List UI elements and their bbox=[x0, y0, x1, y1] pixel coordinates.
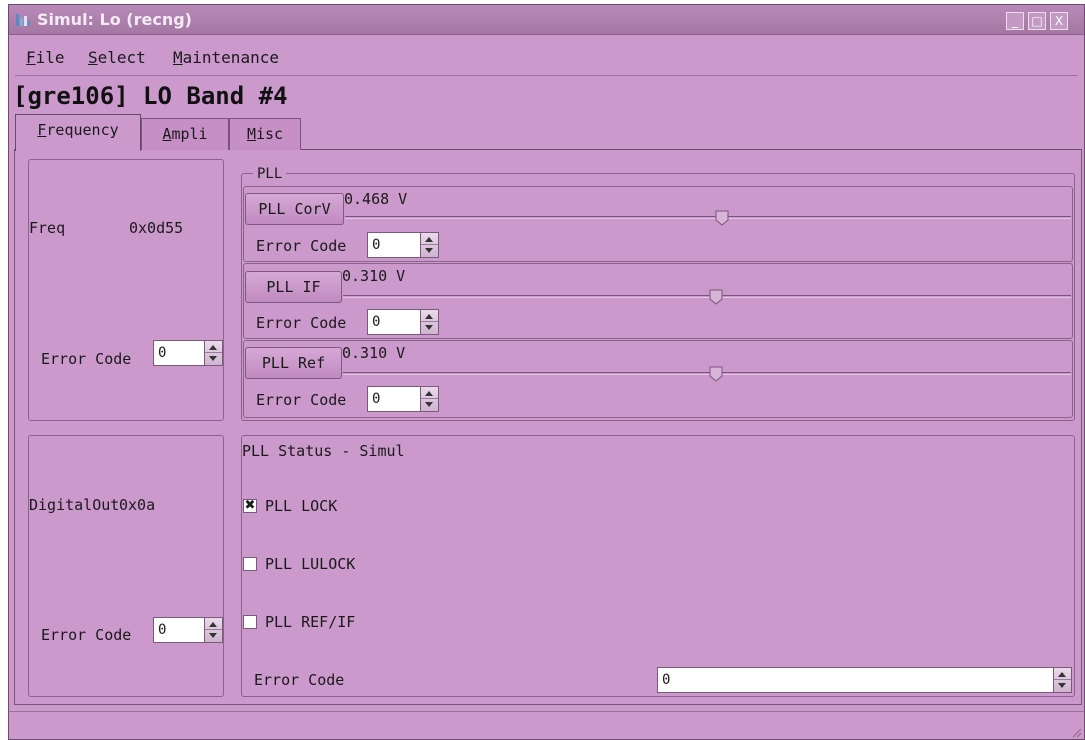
menu-bar: File Select Maintenance bbox=[9, 46, 1084, 70]
tab-ampli[interactable]: Ampli bbox=[141, 118, 229, 150]
pll-ref-if-label: PLL REF/IF bbox=[265, 613, 356, 631]
menu-maintenance-mnemonic: M bbox=[173, 48, 183, 67]
menu-select-label: elect bbox=[97, 48, 146, 67]
pll-status-title: PLL Status - Simul bbox=[242, 442, 405, 460]
arrow-down-icon[interactable] bbox=[425, 402, 433, 407]
close-icon[interactable]: X bbox=[1050, 12, 1068, 30]
menu-maintenance-label: aintenance bbox=[182, 48, 279, 67]
pll-corv-error-spinbox[interactable]: 0 bbox=[367, 232, 439, 258]
arrow-down-icon[interactable] bbox=[425, 325, 433, 330]
slider-handle-icon[interactable] bbox=[715, 210, 729, 226]
freq-error-spinbox[interactable]: 0 bbox=[153, 340, 223, 366]
pll-status-error-spinbox[interactable]: 0 bbox=[657, 667, 1072, 693]
tab-frequency[interactable]: Frequency bbox=[15, 114, 141, 151]
pll-ref-reading: 0.310 V bbox=[342, 344, 406, 362]
tab-ampli-label: mpli bbox=[171, 125, 208, 143]
pll-corv-reading: 0.468 V bbox=[344, 190, 408, 208]
menu-maintenance[interactable]: Maintenance bbox=[173, 48, 279, 67]
pll-if-button[interactable]: PLL IF bbox=[245, 271, 342, 303]
app-icon bbox=[16, 14, 30, 26]
freq-label: Freq bbox=[29, 219, 66, 237]
pll-status-panel bbox=[241, 435, 1075, 697]
freq-error-value: 0 bbox=[158, 345, 167, 361]
pll-ref-slider[interactable] bbox=[343, 372, 1071, 375]
main-window: Simul: Lo (recng) _ □ X File Select Main… bbox=[8, 4, 1085, 740]
title-bar[interactable]: Simul: Lo (recng) _ □ X bbox=[9, 5, 1084, 35]
slider-handle-icon[interactable] bbox=[709, 366, 723, 382]
pll-ref-button[interactable]: PLL Ref bbox=[245, 347, 342, 379]
freq-value: 0x0d55 bbox=[129, 219, 184, 237]
pll-if-error-spinbox[interactable]: 0 bbox=[367, 309, 439, 335]
menu-select[interactable]: Select bbox=[88, 48, 146, 67]
spin-arrows[interactable] bbox=[420, 233, 438, 257]
pll-status-error-value: 0 bbox=[662, 672, 671, 688]
spin-divider bbox=[421, 398, 438, 399]
digital-out-error-value: 0 bbox=[158, 622, 167, 638]
menu-file[interactable]: File bbox=[26, 48, 65, 67]
maximize-icon[interactable]: □ bbox=[1028, 12, 1046, 30]
menu-select-mnemonic: S bbox=[88, 48, 98, 67]
status-bar bbox=[9, 711, 1084, 740]
pll-ref-if-checkbox[interactable] bbox=[243, 615, 257, 629]
digital-out-panel bbox=[28, 435, 224, 697]
pll-group-title: PLL bbox=[253, 166, 287, 182]
freq-error-label: Error Code bbox=[41, 350, 132, 368]
spin-divider bbox=[421, 244, 438, 245]
digital-out-value: 0x0a bbox=[119, 496, 156, 514]
slider-handle-icon[interactable] bbox=[709, 289, 723, 305]
pll-corv-slider[interactable] bbox=[345, 216, 1071, 219]
pll-ref-error-spinbox[interactable]: 0 bbox=[367, 386, 439, 412]
tab-misc-mnemonic: M bbox=[246, 125, 256, 143]
pll-ref-error-label: Error Code bbox=[256, 391, 347, 409]
page-title: [gre106] LO Band #4 bbox=[13, 82, 288, 110]
arrow-up-icon[interactable] bbox=[425, 391, 433, 396]
menu-file-mnemonic: F bbox=[26, 48, 36, 67]
spin-arrows[interactable] bbox=[204, 618, 222, 642]
spin-arrows[interactable] bbox=[420, 387, 438, 411]
freq-panel bbox=[28, 159, 224, 421]
arrow-up-icon[interactable] bbox=[1058, 672, 1066, 677]
resize-grip-icon[interactable] bbox=[1070, 726, 1082, 738]
digital-out-error-label: Error Code bbox=[41, 626, 132, 644]
pll-if-error-label: Error Code bbox=[256, 314, 347, 332]
pll-if-error-value: 0 bbox=[372, 314, 381, 330]
pll-if-reading: 0.310 V bbox=[342, 267, 406, 285]
spin-divider bbox=[205, 629, 222, 630]
minimize-icon[interactable]: _ bbox=[1006, 12, 1024, 30]
pll-if-slider[interactable] bbox=[343, 295, 1071, 298]
arrow-up-icon[interactable] bbox=[209, 345, 217, 350]
pll-corv-error-value: 0 bbox=[372, 237, 381, 253]
pll-lock-checkbox[interactable]: ✖ bbox=[243, 499, 257, 513]
spin-arrows[interactable] bbox=[204, 341, 222, 365]
pll-lulock-label: PLL LULOCK bbox=[265, 555, 356, 573]
pll-lock-label: PLL LOCK bbox=[265, 497, 338, 515]
digital-out-error-spinbox[interactable]: 0 bbox=[153, 617, 223, 643]
menu-separator bbox=[15, 75, 1078, 76]
arrow-down-icon[interactable] bbox=[209, 633, 217, 638]
spin-divider bbox=[205, 352, 222, 353]
menu-file-label: ile bbox=[35, 48, 65, 67]
tab-frequency-label: requency bbox=[46, 121, 119, 139]
arrow-down-icon[interactable] bbox=[425, 248, 433, 253]
arrow-down-icon[interactable] bbox=[1058, 683, 1066, 688]
pll-ref-error-value: 0 bbox=[372, 391, 381, 407]
spin-divider bbox=[1054, 679, 1071, 680]
tab-misc-label: isc bbox=[255, 125, 284, 143]
spin-arrows[interactable] bbox=[420, 310, 438, 334]
pll-lulock-checkbox[interactable] bbox=[243, 557, 257, 571]
arrow-up-icon[interactable] bbox=[209, 622, 217, 627]
tab-misc[interactable]: Misc bbox=[229, 118, 301, 150]
pll-status-error-label: Error Code bbox=[254, 671, 345, 689]
arrow-up-icon[interactable] bbox=[425, 237, 433, 242]
window-title: Simul: Lo (recng) bbox=[37, 10, 192, 29]
digital-out-label: DigitalOut bbox=[29, 496, 120, 514]
arrow-up-icon[interactable] bbox=[425, 314, 433, 319]
spin-divider bbox=[421, 321, 438, 322]
pll-corv-button[interactable]: PLL CorV bbox=[245, 193, 344, 225]
arrow-down-icon[interactable] bbox=[209, 356, 217, 361]
pll-corv-error-label: Error Code bbox=[256, 237, 347, 255]
spin-arrows[interactable] bbox=[1053, 668, 1071, 692]
